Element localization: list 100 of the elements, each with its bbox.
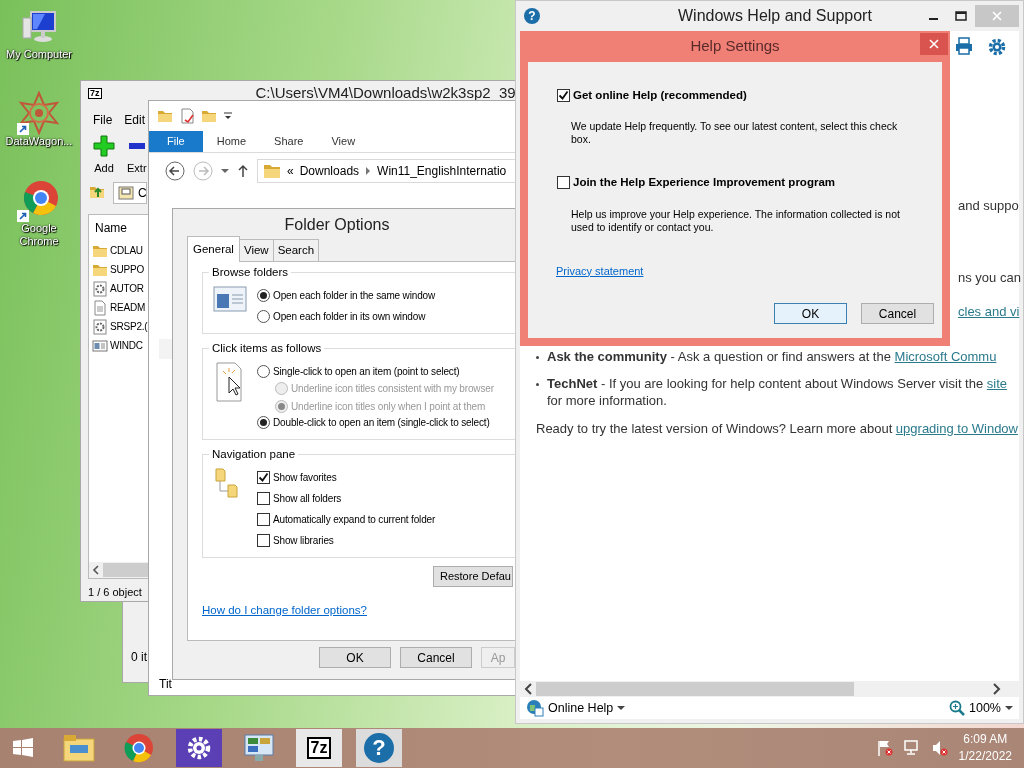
back-icon[interactable]: [165, 161, 185, 181]
ribbon-tab[interactable]: Share: [260, 131, 318, 152]
file-name[interactable]: SRSP2.(: [110, 319, 148, 334]
radio-button[interactable]: [257, 416, 270, 429]
file-name[interactable]: WINDC: [110, 338, 143, 353]
checkbox[interactable]: [257, 513, 270, 526]
folder-icon: [263, 162, 281, 180]
file-name[interactable]: SUPPO: [110, 262, 144, 277]
network-icon[interactable]: [902, 739, 921, 757]
scrollbar-thumb[interactable]: [536, 682, 854, 696]
option-label[interactable]: Join the Help Experience Improvement program: [573, 174, 835, 192]
checkbox[interactable]: [257, 471, 270, 484]
dialog-title: Folder Options: [283, 214, 391, 235]
tab[interactable]: Search: [272, 238, 320, 261]
file-explorer-icon: [62, 733, 96, 763]
muted-speaker-icon[interactable]: [930, 739, 949, 757]
window-layout-icon: [213, 285, 247, 313]
option-label[interactable]: Open each folder in its own window: [273, 309, 426, 324]
properties-icon[interactable]: [179, 108, 195, 124]
link[interactable]: cles and vi: [958, 303, 1019, 321]
app-logo: 7z: [88, 88, 102, 99]
breadcrumb-overflow[interactable]: «: [287, 162, 294, 180]
dialog-button: Ap: [481, 647, 515, 668]
mandala-icon[interactable]: [17, 91, 61, 135]
close-icon: [929, 39, 939, 49]
option-label: Underline icon titles only when I point at them: [291, 399, 486, 414]
minimize-icon: [928, 18, 938, 20]
file-name[interactable]: CDLAU: [110, 243, 143, 258]
tab[interactable]: General: [187, 235, 240, 262]
paragraph: TechNet - If you are looking for help content about Windows Server visit the site for more information.: [547, 375, 1009, 409]
menu-item[interactable]: File: [93, 111, 113, 129]
radio-button[interactable]: [257, 365, 270, 378]
text-fragment: and suppo: [958, 197, 1019, 215]
ribbon-tab[interactable]: File: [149, 131, 203, 152]
description: We update Help frequently. To see our latest content, select this check box.: [571, 120, 899, 147]
chevron-right-icon[interactable]: [365, 167, 372, 175]
option-label[interactable]: Get online Help (recommended): [573, 87, 747, 105]
browser-icon: [123, 732, 155, 764]
option-label[interactable]: Automatically expand to current folder: [273, 512, 436, 527]
option-label[interactable]: Single-click to open an item (point to select): [273, 364, 460, 379]
help-link[interactable]: How do I change folder options?: [202, 604, 367, 616]
window-title: C:\Users\VM4\Downloads\w2k3sp2_39: [255, 83, 516, 104]
option-label[interactable]: Show favorites: [273, 470, 337, 485]
breadcrumb-item[interactable]: Win11_EnglishInternatio: [377, 162, 507, 180]
radio-button[interactable]: [257, 289, 270, 302]
dialog-button[interactable]: Cancel: [861, 303, 934, 324]
column-header[interactable]: Tit: [159, 675, 172, 693]
checkbox[interactable]: [557, 89, 570, 103]
toolbar-button[interactable]: Extr: [127, 136, 147, 176]
dropdown-icon[interactable]: [223, 110, 233, 122]
status-text: 0 it: [131, 649, 148, 666]
browser-icon[interactable]: [17, 178, 61, 222]
restore-button[interactable]: Restore Defau: [433, 566, 513, 587]
checkbox[interactable]: [557, 176, 570, 190]
paragraph: Ask the community - Ask a question or find answers at the Microsoft Commu: [547, 348, 998, 365]
disc-image-icon: [118, 185, 134, 201]
option-label[interactable]: Show libraries: [273, 533, 334, 548]
ribbon-tab[interactable]: View: [317, 131, 370, 152]
source-menu[interactable]: Online Help: [548, 698, 614, 718]
checkbox[interactable]: [257, 492, 270, 505]
menu-item[interactable]: Edit: [124, 111, 146, 129]
help-icon: ?: [524, 8, 540, 24]
link[interactable]: Microsoft Commu: [894, 349, 997, 364]
ribbon-tab[interactable]: Home: [202, 131, 261, 152]
settings-icon[interactable]: [987, 37, 1007, 57]
radio-button[interactable]: [257, 310, 270, 323]
link[interactable]: upgrading to Window: [895, 421, 1018, 436]
file-name[interactable]: READM: [110, 300, 146, 315]
window-title: Windows Help and Support: [678, 6, 872, 26]
close-button[interactable]: [920, 33, 948, 55]
description: Help us improve your Help experience. The information collected is not used to identify or contact you.: [571, 207, 901, 234]
privacy-link[interactable]: Privacy statement: [556, 264, 644, 277]
dropdown-icon[interactable]: [221, 167, 229, 175]
dropdown-icon[interactable]: [617, 704, 626, 712]
gear-file-icon: [92, 318, 108, 335]
control-panel-icon: [243, 733, 275, 763]
gear-file-icon: [92, 280, 108, 297]
address-text: C: [138, 185, 146, 202]
breadcrumb-item[interactable]: Downloads: [299, 162, 360, 180]
dialog-button[interactable]: OK: [319, 647, 391, 668]
dialog-button[interactable]: Cancel: [400, 647, 472, 668]
checkbox[interactable]: [257, 534, 270, 547]
window-icon: [92, 337, 108, 354]
option-label[interactable]: Open each folder in the same window: [273, 288, 436, 303]
up-arrow-icon[interactable]: [237, 164, 249, 178]
option-label[interactable]: Double-click to open an item (single-click to select): [273, 415, 490, 430]
dropdown-icon[interactable]: [1005, 704, 1013, 712]
action-center-icon[interactable]: [876, 739, 893, 757]
file-name[interactable]: AUTOR: [110, 281, 144, 296]
print-icon[interactable]: [955, 37, 973, 55]
toolbar-button[interactable]: Add: [93, 136, 115, 176]
bullet: [536, 356, 539, 359]
link[interactable]: site: [986, 376, 1008, 391]
windows-icon: [12, 737, 34, 759]
zoom-icon[interactable]: [949, 700, 965, 716]
paragraph: Ready to try the latest version of Windows? Learn more about upgrading to Window: [536, 420, 1019, 438]
address-field[interactable]: C: [113, 182, 147, 204]
zoom-level[interactable]: 100%: [969, 698, 1001, 718]
dialog-button[interactable]: OK: [774, 303, 847, 324]
option-label[interactable]: Show all folders: [273, 491, 342, 506]
